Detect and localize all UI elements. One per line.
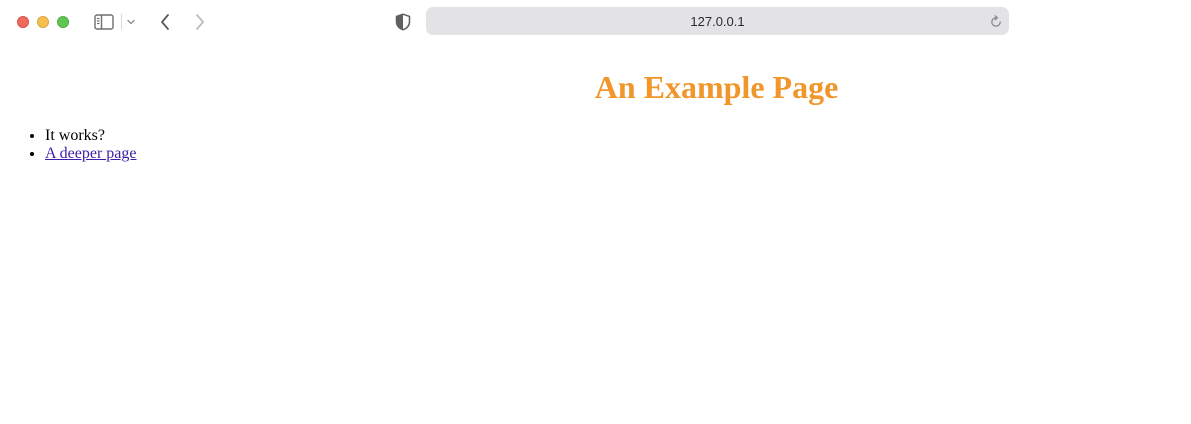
list-item-text: It works?	[45, 127, 105, 144]
sidebar-menu-button[interactable]	[124, 14, 138, 30]
chevron-left-icon	[161, 14, 169, 30]
list-item: It works?	[45, 127, 137, 145]
forward-button[interactable]	[190, 11, 210, 33]
page-title: An Example Page	[594, 69, 839, 105]
chevron-down-icon	[127, 19, 135, 25]
close-window-button[interactable]	[17, 16, 29, 28]
minimize-window-button[interactable]	[37, 16, 49, 28]
browser-toolbar: 127.0.0.1	[0, 0, 1191, 44]
list-item: A deeper page	[45, 145, 137, 163]
chevron-right-icon	[196, 14, 204, 30]
page-list: It works? A deeper page	[0, 127, 137, 163]
browser-window: 127.0.0.1 An Example Page It works? A de…	[0, 0, 1191, 424]
sidebar-icon	[94, 14, 114, 30]
page-content: An Example Page It works? A deeper page	[0, 44, 1191, 424]
shield-icon	[395, 13, 411, 31]
maximize-window-button[interactable]	[57, 16, 69, 28]
address-bar[interactable]: 127.0.0.1	[426, 7, 1009, 35]
privacy-report-button[interactable]	[394, 12, 412, 32]
toolbar-divider	[121, 14, 122, 30]
deeper-page-link[interactable]: A deeper page	[45, 145, 137, 162]
address-url[interactable]: 127.0.0.1	[426, 7, 1009, 35]
reload-icon	[991, 15, 1001, 27]
back-button[interactable]	[155, 11, 175, 33]
reload-button[interactable]	[989, 15, 1003, 29]
sidebar-toggle-button[interactable]	[93, 12, 115, 32]
